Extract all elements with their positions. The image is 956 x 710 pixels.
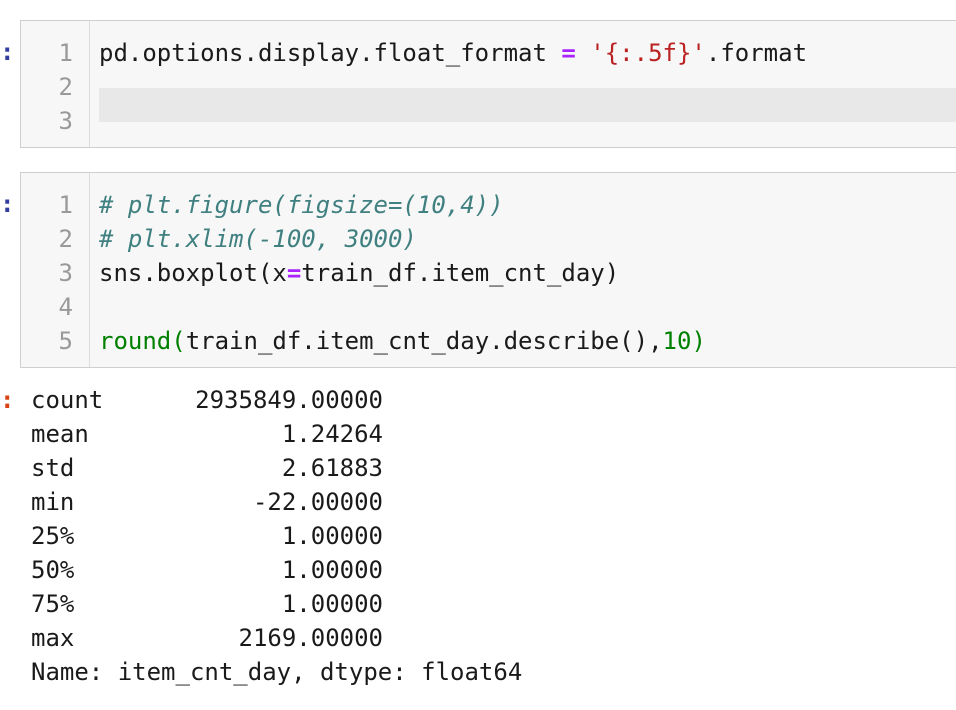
series-footer: Name: item_cnt_day, dtype: float64 [31,658,523,686]
line-number: 1 [58,191,73,219]
stat-value: 1.00000 [281,590,383,618]
line-number: 5 [58,327,73,355]
stat-key: max [31,624,75,652]
code-cell-1[interactable]: 1 2 3 pd.options.display.float_format = … [20,20,956,148]
describe-table: count 2935849.00000 mean 1.24264 std 2.6… [31,383,383,655]
stat-key: 25% [31,522,75,550]
line-number: 4 [58,293,73,321]
stat-value: 1.00000 [281,522,383,550]
stat-value: 2935849.00000 [195,386,383,414]
line-number: 2 [58,225,73,253]
stat-value: 1.00000 [281,556,383,584]
line-number: 2 [58,73,73,101]
cell-2-prompt: : [0,187,12,221]
code-line[interactable]: round(train_df.item_cnt_day.describe(),1… [99,324,706,358]
stat-key: std [31,454,75,482]
stat-value: 1.24264 [281,420,383,448]
stat-key: min [31,488,75,516]
cell-1-prompt: : [0,35,12,69]
line-number: 3 [58,259,73,287]
line-number: 3 [58,107,73,135]
stat-key: mean [31,420,89,448]
line-number: 1 [58,39,73,67]
code-cell-2[interactable]: 1 2 3 4 5 # plt.figure(figsize=(10,4)) #… [20,172,956,368]
code-line[interactable]: sns.boxplot(x=train_df.item_cnt_day) [99,256,619,290]
stat-key: count [31,386,104,414]
code-line[interactable]: pd.options.display.float_format = '{:.5f… [99,36,807,70]
stat-value: 2169.00000 [238,624,384,652]
output-prompt: : [0,383,12,417]
code-comment[interactable]: # plt.figure(figsize=(10,4)) [99,188,504,222]
stat-value: 2.61883 [281,454,383,482]
stat-key: 75% [31,590,75,618]
code-comment[interactable]: # plt.xlim(-100, 3000) [99,222,417,256]
stat-value: -22.00000 [252,488,383,516]
stat-key: 50% [31,556,75,584]
active-line-highlight [99,88,956,122]
